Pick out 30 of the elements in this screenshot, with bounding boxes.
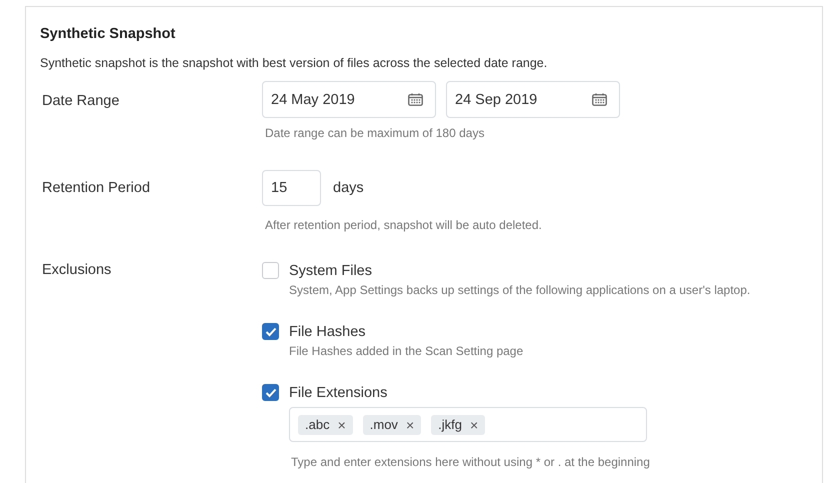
- tag-text: .jkfg: [438, 417, 462, 432]
- remove-tag-button[interactable]: ×: [406, 416, 414, 432]
- tag-input-field[interactable]: .abc × .mov × .jkfg ×: [289, 407, 647, 442]
- hint-text: File Hashes added in the Scan Setting page: [288, 344, 524, 358]
- tag-text: .abc: [305, 417, 330, 432]
- checkbox[interactable]: [262, 323, 279, 340]
- unit-label: days: [333, 180, 364, 196]
- number-field[interactable]: 15: [262, 170, 321, 206]
- checkmark-icon: [264, 326, 276, 336]
- date-field[interactable]: 24 May 2019: [262, 81, 436, 118]
- remove-tag-button[interactable]: ×: [338, 416, 346, 432]
- checkmark-icon: [264, 388, 276, 398]
- tag-text: .mov: [370, 417, 398, 432]
- remove-tag-button[interactable]: ×: [470, 416, 478, 432]
- hint-text: Type and enter extensions here without using * or . at the beginning: [290, 455, 651, 469]
- date-field[interactable]: 24 Sep 2019: [446, 81, 620, 118]
- checkbox[interactable]: [262, 384, 279, 401]
- hint-text: After retention period, snapshot will be auto deleted.: [264, 218, 542, 232]
- panel-description: Synthetic snapshot is the snapshot with best version of files across the selected date range.: [40, 56, 548, 70]
- hint-text: Date range can be maximum of 180 days: [264, 126, 486, 140]
- field-label: Exclusions: [41, 262, 112, 280]
- panel-title: Synthetic Snapshot: [40, 26, 176, 42]
- hint-text: System, App Settings backs up settings of the following applications on a user's laptop.: [288, 283, 750, 297]
- checkbox-label: File Hashes: [289, 324, 366, 340]
- checkbox-label: File Extensions: [289, 384, 388, 400]
- field-label: Retention Period: [41, 180, 152, 198]
- field-label: Date Range: [41, 93, 120, 111]
- calendar-icon: [592, 93, 607, 106]
- checkbox-label: System Files: [289, 262, 372, 278]
- calendar-icon: [408, 93, 423, 106]
